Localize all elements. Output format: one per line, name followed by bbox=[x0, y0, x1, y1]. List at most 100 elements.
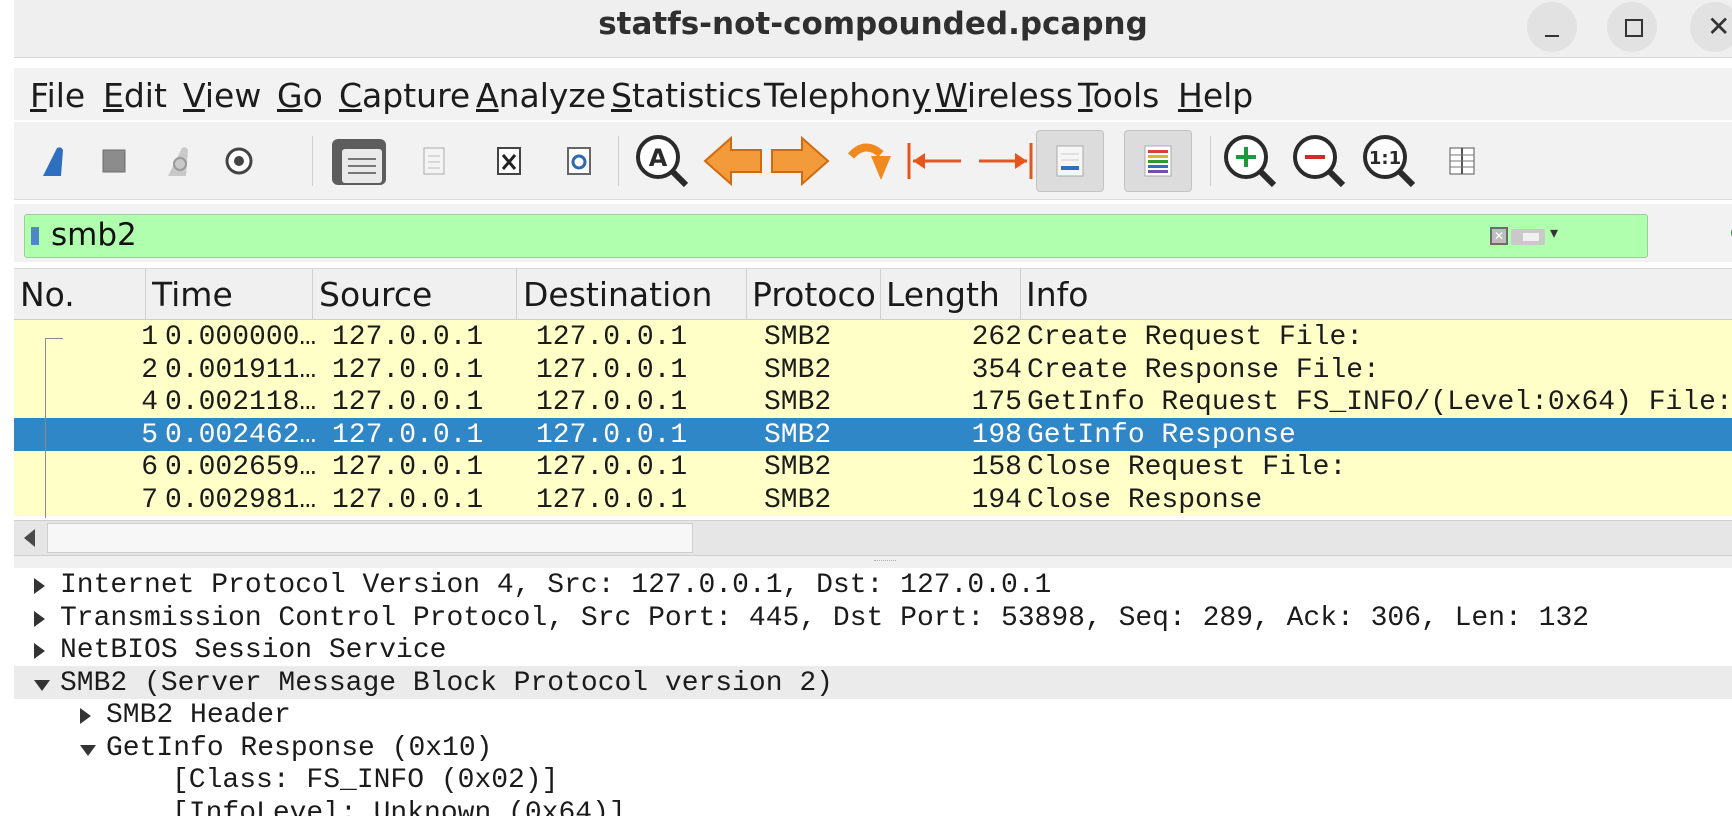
detail-tree-label: Transmission Control Protocol, Src Port:… bbox=[60, 602, 1590, 634]
first-packet-button[interactable] bbox=[904, 130, 966, 192]
restart-capture-button[interactable] bbox=[159, 130, 199, 192]
svg-text:1:1: 1:1 bbox=[1369, 148, 1401, 169]
column-header-info[interactable]: Info bbox=[1026, 275, 1226, 315]
detail-tree-item[interactable]: NetBIOS Session Service bbox=[14, 633, 1732, 666]
packet-length: 354 bbox=[971, 354, 1022, 386]
menu-item[interactable]: Wireless bbox=[935, 76, 1073, 115]
detail-tree-item[interactable]: GetInfo Response (0x10) bbox=[14, 731, 1732, 764]
colorize-icon bbox=[1144, 145, 1172, 177]
open-file-button[interactable] bbox=[324, 130, 394, 192]
menu-item[interactable]: Telephony bbox=[764, 76, 931, 115]
go-forward-button[interactable] bbox=[769, 130, 831, 192]
find-packet-button[interactable]: A bbox=[632, 130, 692, 192]
go-to-packet-button[interactable] bbox=[844, 130, 896, 192]
display-filter-text[interactable]: smb2 bbox=[51, 217, 137, 253]
filter-dropdown-icon[interactable]: ▾ bbox=[1550, 223, 1558, 242]
menu-item[interactable]: Help bbox=[1178, 76, 1253, 115]
packet-protocol: SMB2 bbox=[764, 484, 832, 516]
menu-item[interactable]: File bbox=[30, 76, 85, 115]
menu-item[interactable]: Capture bbox=[339, 76, 470, 115]
close-window-button[interactable]: ✕ bbox=[1690, 2, 1732, 52]
capture-options-button[interactable] bbox=[219, 130, 259, 192]
packet-protocol: SMB2 bbox=[764, 322, 832, 353]
last-packet-button[interactable] bbox=[974, 130, 1036, 192]
expand-right-icon[interactable] bbox=[34, 578, 45, 594]
stop-capture-button[interactable] bbox=[94, 130, 134, 192]
packet-protocol: SMB2 bbox=[764, 452, 832, 483]
maximize-button[interactable] bbox=[1607, 2, 1657, 52]
detail-tree-item[interactable]: [Class: FS_INFO (0x02)] bbox=[14, 763, 1732, 796]
column-header-source[interactable]: Source bbox=[319, 275, 509, 315]
scroll-left-icon[interactable] bbox=[24, 529, 35, 547]
resize-columns-button[interactable] bbox=[1442, 130, 1482, 192]
detail-tree-label: SMB2 (Server Message Block Protocol vers… bbox=[60, 667, 833, 699]
expand-right-icon[interactable] bbox=[34, 610, 45, 627]
packet-source: 127.0.0.1 bbox=[332, 322, 484, 353]
svg-text:A: A bbox=[649, 144, 668, 172]
filter-bookmark-icon[interactable] bbox=[31, 227, 39, 245]
packet-length: 262 bbox=[971, 322, 1022, 353]
table-row[interactable]: 7 0.002981… 127.0.0.1 127.0.0.1 SMB2 194 Close… bbox=[14, 482, 1732, 516]
packet-protocol: SMB2 bbox=[764, 354, 832, 386]
zoom-out-icon bbox=[1293, 135, 1346, 188]
apply-filter-icon[interactable] bbox=[1511, 229, 1545, 245]
detail-tree-item[interactable]: SMB2 (Server Message Block Protocol vers… bbox=[14, 665, 1732, 699]
packet-time: 0.002659… bbox=[165, 452, 317, 483]
resize-columns-icon bbox=[1449, 147, 1475, 175]
normal-size-icon: 1:1 bbox=[1363, 135, 1416, 188]
normal-size-button[interactable]: 1:1 bbox=[1359, 130, 1419, 192]
conversation-tree-line bbox=[45, 338, 46, 518]
first-packet-icon bbox=[907, 143, 961, 179]
start-capture-icon bbox=[43, 147, 63, 176]
column-header-length[interactable]: Length bbox=[886, 275, 1020, 315]
packet-source: 127.0.0.1 bbox=[332, 354, 484, 386]
scrollbar-thumb[interactable] bbox=[47, 523, 693, 553]
menu-item[interactable]: Statistics bbox=[611, 76, 762, 115]
menu-item[interactable]: Analyze bbox=[476, 76, 606, 115]
detail-tree-label: NetBIOS Session Service bbox=[60, 635, 447, 666]
packet-time: 0.001911… bbox=[165, 354, 317, 386]
close-file-button[interactable] bbox=[489, 130, 529, 192]
column-header-time[interactable]: Time bbox=[152, 275, 302, 315]
detail-tree-item[interactable]: Transmission Control Protocol, Src Port:… bbox=[14, 601, 1732, 634]
table-row[interactable]: 2 0.001911… 127.0.0.1 127.0.0.1 SMB2 354 Creat… bbox=[14, 352, 1732, 386]
expand-down-icon[interactable] bbox=[80, 744, 96, 756]
menu-item[interactable]: Go bbox=[277, 76, 323, 115]
start-capture-button[interactable] bbox=[34, 130, 74, 192]
detail-tree-item[interactable]: Internet Protocol Version 4, Src: 127.0.… bbox=[14, 568, 1732, 601]
reload-file-button[interactable] bbox=[559, 130, 599, 192]
packet-number: 2 bbox=[141, 354, 158, 386]
save-file-button[interactable] bbox=[414, 130, 454, 192]
expand-right-icon[interactable] bbox=[34, 643, 45, 659]
minimize-button[interactable] bbox=[1527, 2, 1577, 52]
clear-filter-icon[interactable]: ✕ bbox=[1490, 227, 1508, 245]
table-row[interactable]: 4 0.002118… 127.0.0.1 127.0.0.1 SMB2 175 GetIn… bbox=[14, 385, 1732, 418]
zoom-in-button[interactable] bbox=[1220, 130, 1280, 192]
go-back-button[interactable] bbox=[702, 130, 764, 192]
pane-splitter[interactable] bbox=[14, 556, 1732, 568]
autoscroll-button[interactable] bbox=[1036, 130, 1104, 192]
detail-tree-label: Internet Protocol Version 4, Src: 127.0.… bbox=[60, 570, 1052, 601]
table-row[interactable]: 1 0.000000… 127.0.0.1 127.0.0.1 SMB2 262 Creat… bbox=[14, 320, 1732, 353]
expand-right-icon[interactable] bbox=[80, 708, 91, 724]
menu-item[interactable]: Edit bbox=[103, 76, 167, 115]
table-row[interactable]: 6 0.002659… 127.0.0.1 127.0.0.1 SMB2 158 Close… bbox=[14, 450, 1732, 483]
packet-list-horizontal-scrollbar[interactable] bbox=[14, 520, 1732, 556]
column-header-protocol[interactable]: Protoco bbox=[752, 275, 884, 315]
reload-file-icon bbox=[567, 147, 591, 175]
zoom-out-button[interactable] bbox=[1289, 130, 1349, 192]
expand-down-icon[interactable] bbox=[34, 679, 50, 691]
detail-tree-item[interactable]: [InfoLevel: Unknown (0x64)] bbox=[14, 796, 1732, 816]
detail-tree-item[interactable]: SMB2 Header bbox=[14, 698, 1732, 731]
display-filter-input[interactable]: smb2 ✕ ▾ bbox=[24, 214, 1648, 258]
table-row-selected[interactable]: 5 0.002462… 127.0.0.1 127.0.0.1 SMB2 198 GetIn… bbox=[14, 417, 1732, 451]
packet-number: 4 bbox=[141, 387, 158, 418]
colorize-button[interactable] bbox=[1124, 130, 1192, 192]
column-header-no[interactable]: No. bbox=[20, 275, 140, 315]
menu-item[interactable]: Tools bbox=[1078, 76, 1159, 115]
go-back-icon bbox=[703, 136, 762, 186]
column-header-destination[interactable]: Destination bbox=[523, 275, 743, 315]
packet-destination: 127.0.0.1 bbox=[536, 354, 688, 386]
menu-item[interactable]: View bbox=[183, 76, 261, 115]
packet-details-tree: Internet Protocol Version 4, Src: 127.0.… bbox=[14, 568, 1732, 816]
